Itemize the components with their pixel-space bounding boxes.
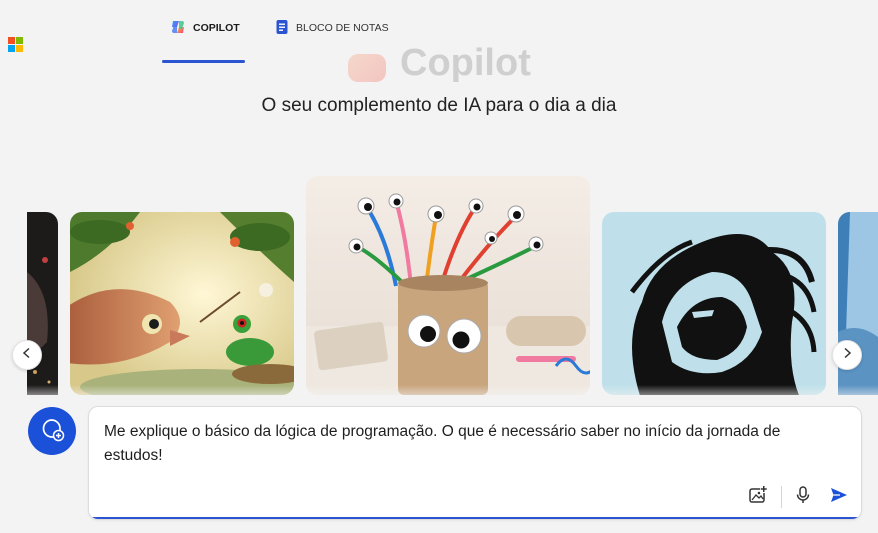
carousel-fade [0,385,878,405]
tab-notebook-label: BLOCO DE NOTAS [296,22,389,34]
chevron-left-icon [21,346,33,364]
page-subtitle: O seu complemento de IA para o dia a dia [261,95,617,116]
add-image-button[interactable] [746,485,770,509]
add-image-icon [748,485,768,510]
send-button[interactable] [827,485,851,509]
logo-square-green [16,37,23,44]
logo-square-red [8,37,15,44]
tab-copilot-label: COPILOT [193,22,240,34]
send-icon [829,486,849,509]
carousel-card-fish-frog[interactable] [70,212,294,395]
microsoft-logo-icon[interactable] [8,37,24,53]
voice-input-button[interactable] [791,485,815,509]
carousel-card-googly-craft[interactable] [306,176,590,395]
new-topic-chat-icon [39,416,65,447]
chat-input-text[interactable]: Me explique o básico da lógica de progra… [104,420,824,468]
logo-square-blue [8,45,15,52]
chevron-right-icon [841,346,853,364]
copilot-wordmark-text: Copilot [400,42,531,82]
logo-square-yellow [16,45,23,52]
chat-input-box[interactable]: Me explique o básico da lógica de progra… [88,406,862,520]
copilot-icon [170,19,186,38]
new-topic-button[interactable] [28,407,76,455]
notebook-icon [275,19,289,38]
copilot-logo-icon [348,54,386,82]
carousel-prev-button[interactable] [12,340,42,370]
carousel-card-lion[interactable] [602,212,826,395]
tab-copilot[interactable]: COPILOT [162,0,245,64]
image-carousel [0,170,878,395]
copilot-wordmark: Copilot [342,40,542,82]
toolbar-divider [781,486,782,508]
carousel-next-button[interactable] [832,340,862,370]
microphone-icon [794,485,812,510]
